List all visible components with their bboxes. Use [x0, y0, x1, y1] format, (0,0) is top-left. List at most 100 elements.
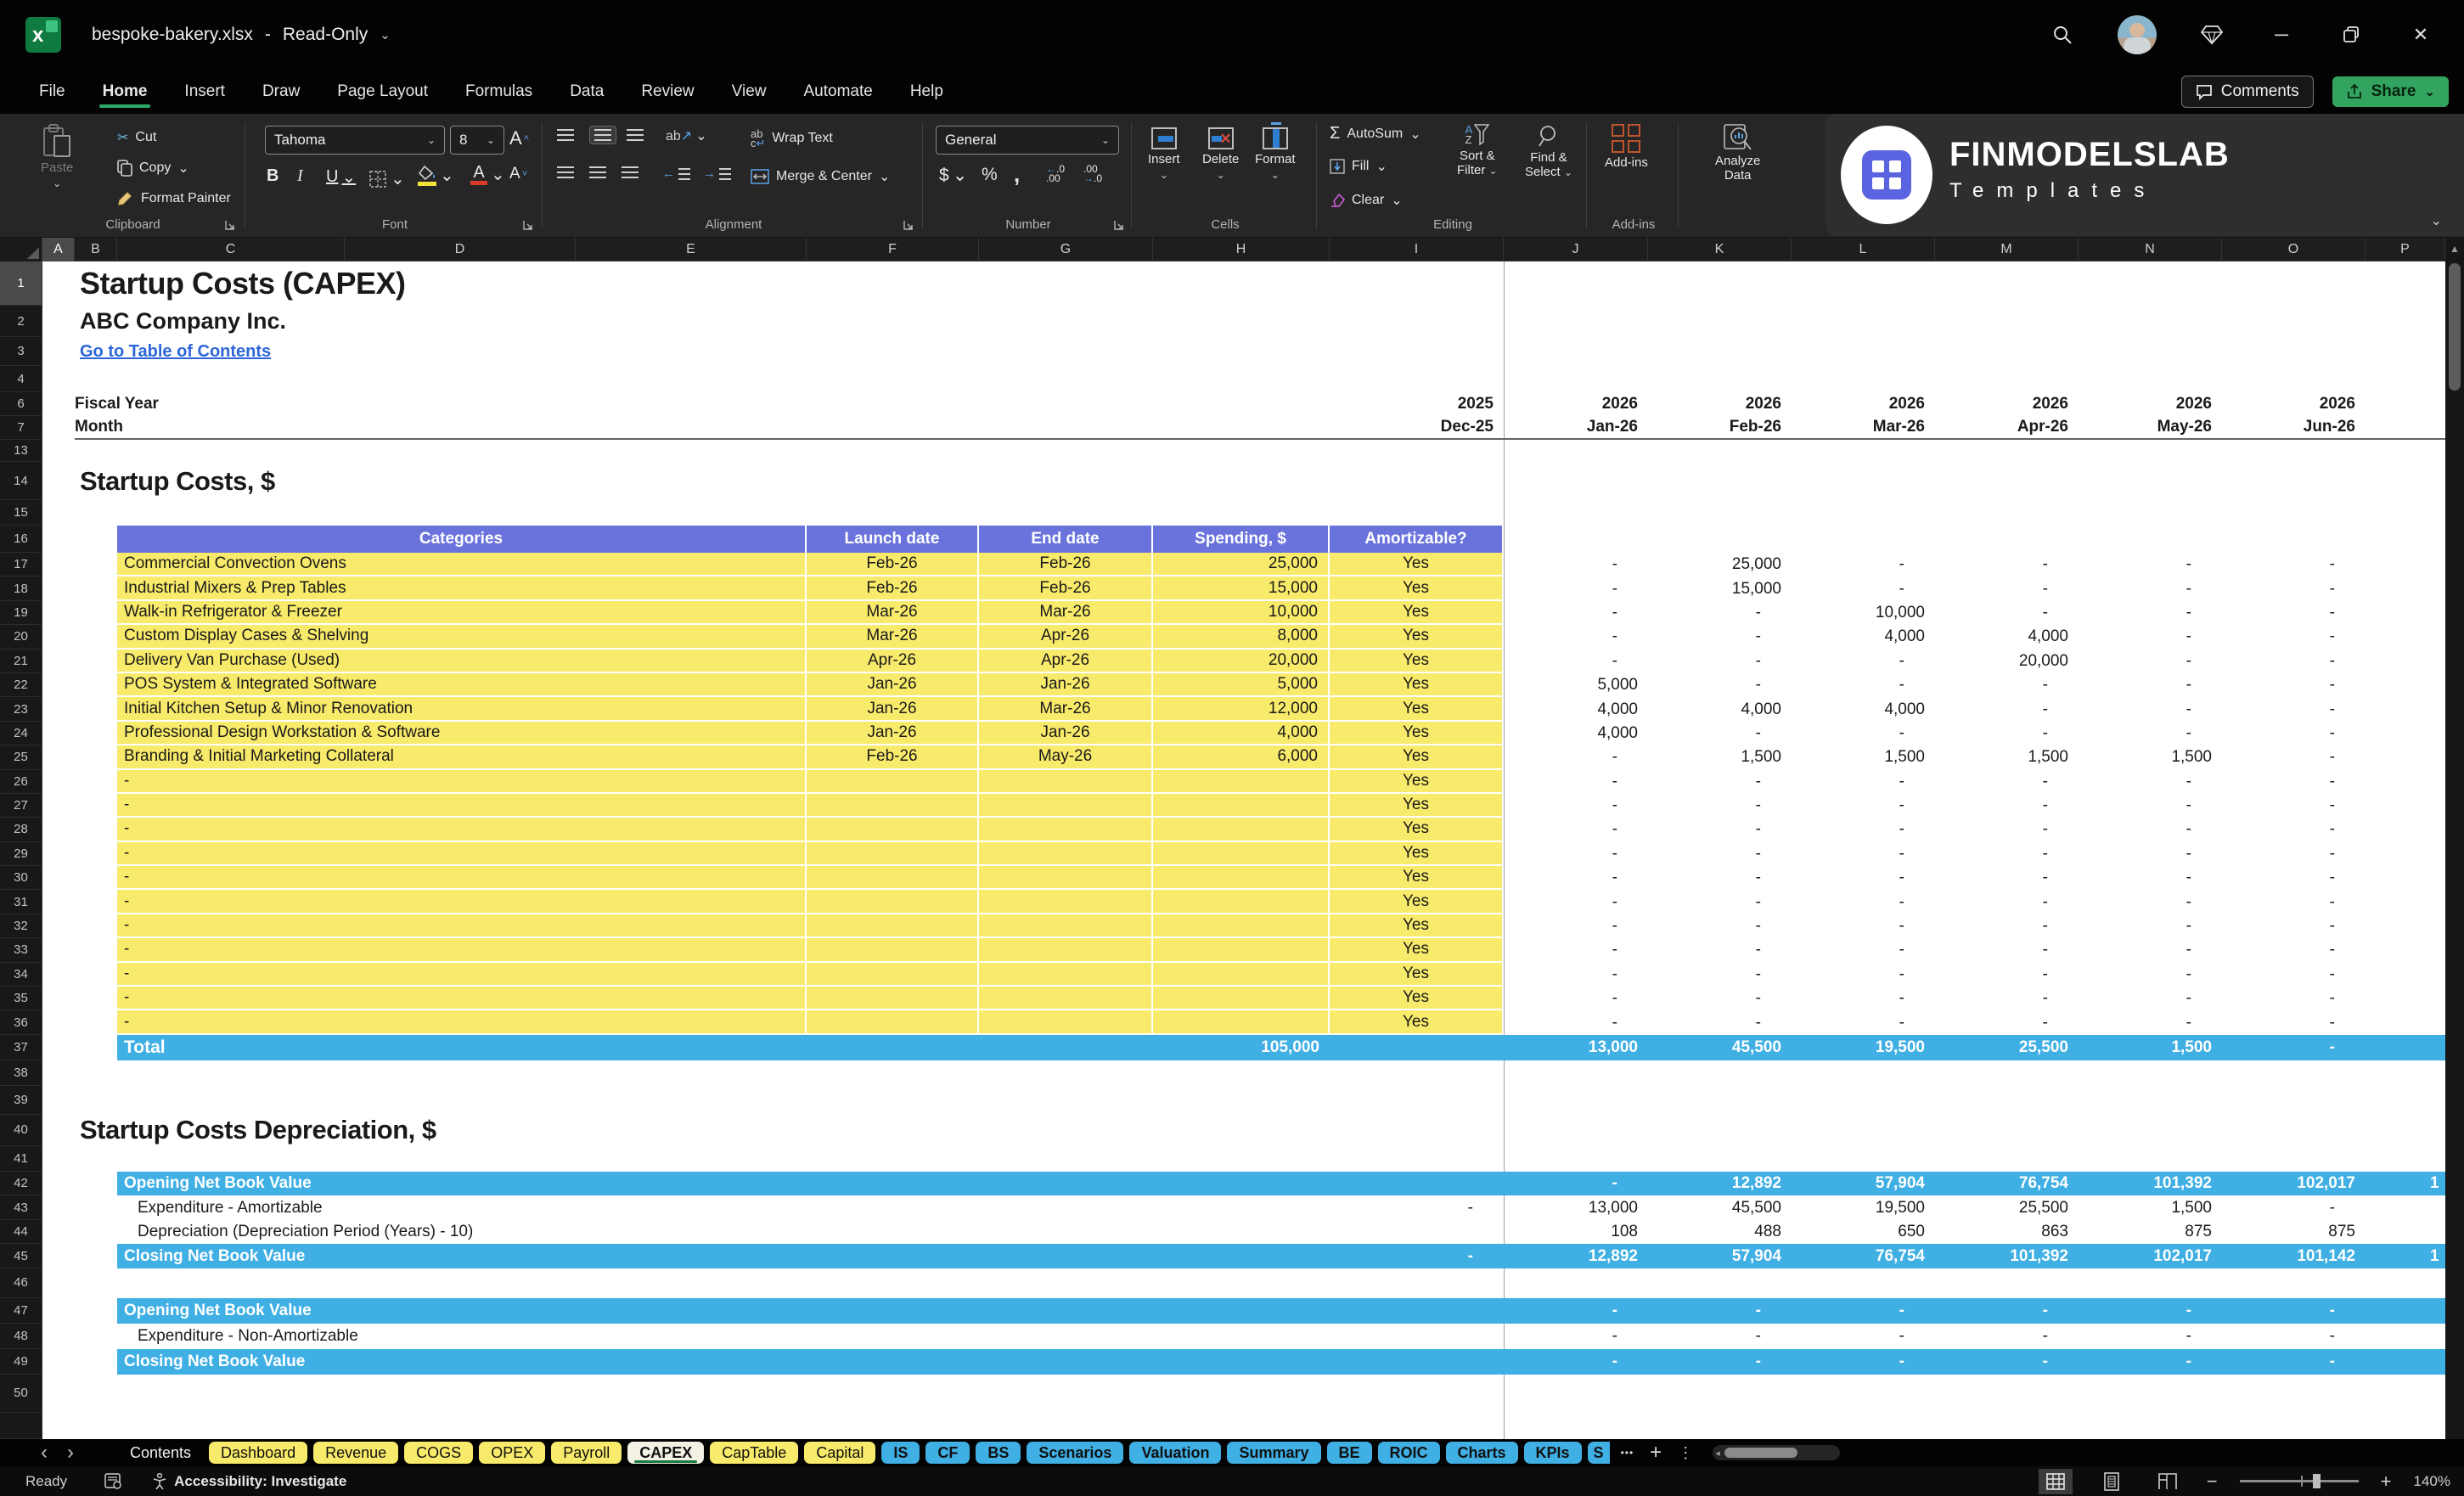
row-header-43[interactable]: 43: [0, 1195, 42, 1220]
cell[interactable]: -: [2079, 963, 2222, 987]
cell[interactable]: -: [1648, 914, 1792, 938]
row-header-19[interactable]: 19: [0, 600, 42, 626]
sheet-tab-opex[interactable]: OPEX: [479, 1442, 546, 1464]
increase-decimal-button[interactable]: ←.0.00: [1046, 164, 1065, 183]
row-header-29[interactable]: 29: [0, 841, 42, 867]
empty-cell[interactable]: [42, 963, 117, 987]
dep-p-cell[interactable]: [2366, 1220, 2445, 1245]
cell[interactable]: 2026: [2222, 392, 2366, 416]
cell[interactable]: -: [1648, 770, 1792, 794]
cell[interactable]: 12,892: [1504, 1244, 1648, 1268]
cell-end-date[interactable]: [979, 914, 1153, 939]
align-left-button[interactable]: [557, 166, 574, 178]
row-header-32[interactable]: 32: [0, 914, 42, 939]
cell[interactable]: -: [1504, 576, 1648, 600]
empty-cell[interactable]: [2366, 601, 2445, 625]
cell[interactable]: -: [1504, 553, 1648, 576]
sheet-nav-left-icon[interactable]: ‹: [34, 1443, 54, 1463]
cell-end-date[interactable]: [979, 841, 1153, 867]
cell[interactable]: 1,500: [1792, 745, 1935, 769]
cell[interactable]: Apr-26: [1935, 416, 2079, 440]
cell[interactable]: -: [2079, 673, 2222, 697]
cell-amortizable[interactable]: Yes: [1330, 1010, 1504, 1035]
empty-cell[interactable]: [2366, 673, 2445, 697]
cell[interactable]: -: [1935, 576, 2079, 600]
cell[interactable]: -: [2222, 842, 2366, 866]
zoom-out-button[interactable]: −: [2207, 1471, 2218, 1493]
number-format-combo[interactable]: General ⌄: [936, 126, 1119, 155]
cell[interactable]: -: [1504, 890, 1648, 914]
cell[interactable]: Jan-26: [1504, 416, 1648, 440]
cell[interactable]: -: [1792, 722, 1935, 745]
empty-cell[interactable]: [2366, 553, 2445, 576]
cell[interactable]: -: [1935, 697, 2079, 721]
cell-category[interactable]: Custom Display Cases & Shelving: [117, 625, 807, 650]
cell-spending[interactable]: [1153, 987, 1330, 1011]
delete-cells-button[interactable]: ✕ Delete ⌄: [1202, 127, 1239, 181]
horizontal-scrollbar[interactable]: ◂: [1713, 1445, 1841, 1460]
empty-cell[interactable]: [42, 1324, 117, 1349]
row-header-blank[interactable]: [0, 1412, 42, 1439]
sheet-tab-captable[interactable]: CapTable: [710, 1442, 799, 1464]
empty-cell[interactable]: [2366, 650, 2445, 673]
cell[interactable]: -: [1504, 818, 1648, 841]
cell[interactable]: -: [1935, 673, 2079, 697]
cell[interactable]: Feb-26: [1648, 416, 1792, 440]
empty-cell[interactable]: [42, 1375, 2445, 1413]
paste-button[interactable]: Paste ⌄: [41, 124, 73, 189]
empty-cell[interactable]: [42, 1172, 117, 1196]
cell-amortizable[interactable]: Yes: [1330, 553, 1504, 577]
zoom-slider-thumb[interactable]: [2313, 1474, 2321, 1488]
cell-spending[interactable]: [1153, 818, 1330, 842]
cell[interactable]: 19,500: [1792, 1195, 1935, 1220]
cell[interactable]: -: [2222, 890, 2366, 914]
cell-amortizable[interactable]: Yes: [1330, 697, 1504, 722]
cell-amortizable[interactable]: Yes: [1330, 962, 1504, 987]
row-header-16[interactable]: 16: [0, 526, 42, 553]
cell[interactable]: -: [1504, 601, 1648, 625]
row-header-41[interactable]: 41: [0, 1145, 42, 1172]
cell[interactable]: -: [1792, 770, 1935, 794]
sheet-tab-cogs[interactable]: COGS: [404, 1442, 474, 1464]
empty-cell[interactable]: [42, 337, 75, 366]
cell-category[interactable]: -: [117, 793, 807, 818]
header-categories[interactable]: Categories: [117, 526, 807, 553]
column-header-A[interactable]: A: [42, 238, 75, 262]
cell-category[interactable]: -: [117, 962, 807, 987]
menu-tab-home[interactable]: Home: [87, 74, 163, 110]
cell[interactable]: -: [1504, 963, 1648, 987]
cell[interactable]: 2026: [2079, 392, 2222, 416]
cell[interactable]: -: [2079, 1348, 2222, 1375]
cell[interactable]: 1,500: [1935, 745, 2079, 769]
cell[interactable]: 101,392: [1935, 1244, 2079, 1268]
cell[interactable]: 20,000: [1935, 650, 2079, 673]
grow-font-button[interactable]: A ˄: [509, 127, 529, 149]
cell[interactable]: 2026: [1935, 392, 2079, 416]
cell-end-date[interactable]: Apr-26: [979, 649, 1153, 673]
dep-row-label[interactable]: Expenditure - Amortizable: [117, 1195, 1330, 1220]
close-button[interactable]: ✕: [2406, 20, 2435, 49]
italic-button[interactable]: I: [297, 166, 303, 186]
row-header-27[interactable]: 27: [0, 793, 42, 818]
cell[interactable]: -: [1792, 553, 1935, 576]
cell[interactable]: -: [2079, 794, 2222, 818]
sheet-tab-cf[interactable]: CF: [925, 1442, 970, 1464]
row-header-45[interactable]: 45: [0, 1244, 42, 1268]
column-header-G[interactable]: G: [979, 238, 1153, 262]
cell[interactable]: -: [1504, 1297, 1648, 1324]
empty-cell[interactable]: [2366, 722, 2445, 745]
cell[interactable]: -: [1504, 1171, 1648, 1196]
collapse-ribbon-chevron-icon[interactable]: ⌄: [2431, 212, 2442, 229]
empty-cell[interactable]: [42, 818, 117, 841]
user-avatar[interactable]: [2118, 15, 2157, 54]
cell[interactable]: -: [1648, 794, 1792, 818]
empty-cell[interactable]: [42, 576, 117, 600]
cell[interactable]: 102,017: [2079, 1244, 2222, 1268]
cell[interactable]: -: [2222, 601, 2366, 625]
format-painter-button[interactable]: Format Painter: [117, 190, 231, 207]
cell[interactable]: -: [2222, 1348, 2366, 1375]
cell[interactable]: 488: [1648, 1220, 1792, 1245]
dep-p-cell[interactable]: [2366, 1324, 2445, 1349]
row-header-30[interactable]: 30: [0, 866, 42, 891]
cell[interactable]: -: [1504, 1348, 1648, 1375]
